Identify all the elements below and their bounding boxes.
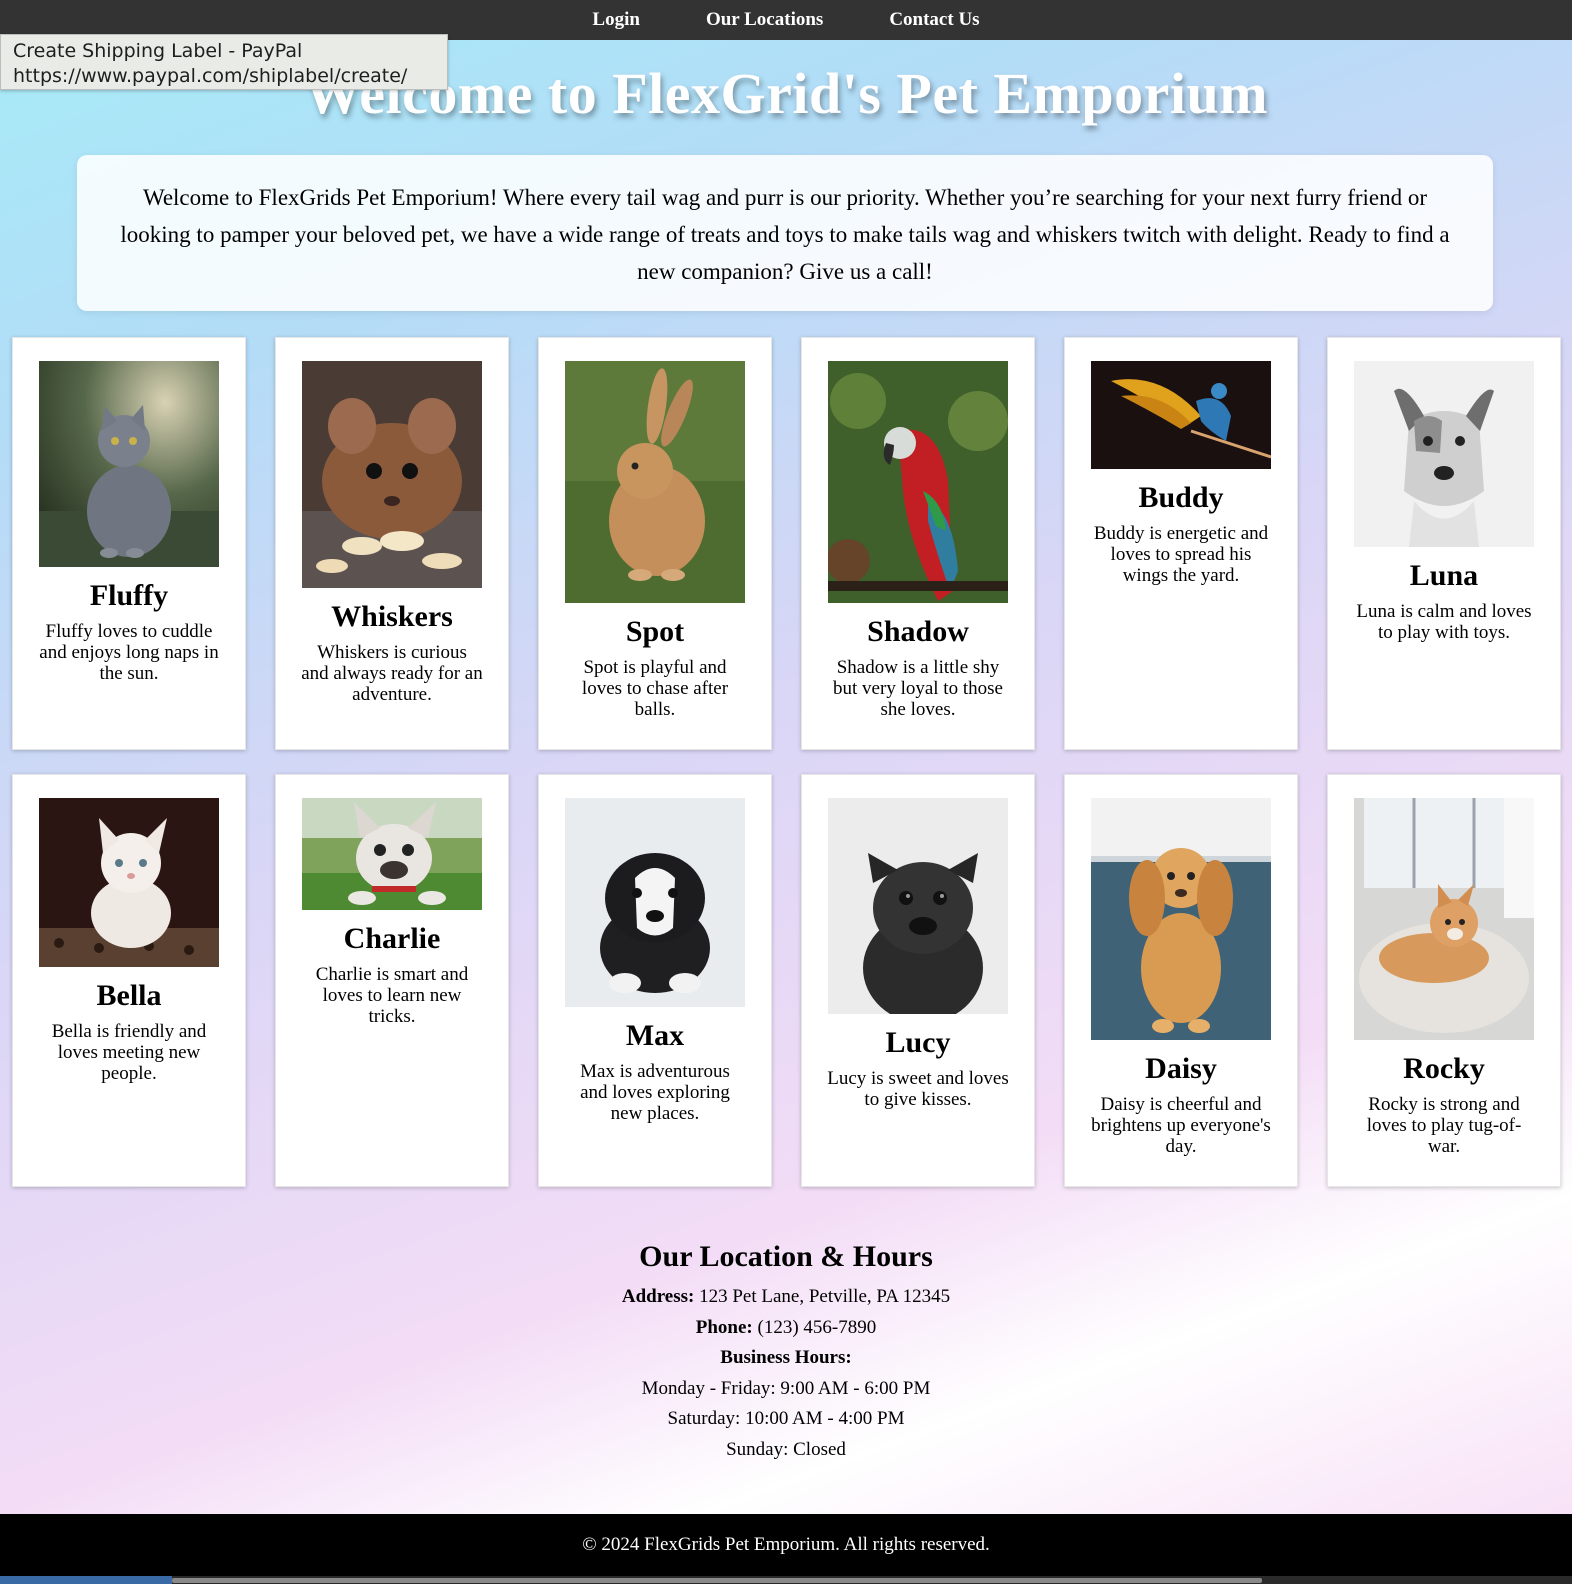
pet-photo-mouse (302, 361, 482, 588)
pet-photo-bw-dog (1354, 361, 1534, 547)
pet-description: Max is adventurous and loves exploring n… (580, 1061, 730, 1124)
pet-card: Max Max is adventurous and loves explori… (538, 774, 772, 1187)
pet-card: Bella Bella is friendly and loves meetin… (12, 774, 246, 1187)
pet-name: Fluffy (89, 579, 169, 612)
pet-photo-cocker-spaniel (1091, 798, 1271, 1040)
tooltip-url: https://www.paypal.com/shiplabel/create/ (13, 65, 408, 87)
pet-card: Luna Luna is calm and loves to play with… (1327, 337, 1561, 750)
address-value: 123 Pet Lane, Petville, PA 12345 (699, 1286, 951, 1307)
scrollbar-thumb[interactable] (172, 1578, 1262, 1583)
page-footer: © 2024 FlexGrids Pet Emporium. All right… (0, 1514, 1572, 1584)
pet-name: Buddy (1138, 481, 1224, 514)
footer-text: © 2024 FlexGrids Pet Emporium. All right… (582, 1534, 990, 1555)
pet-card: Buddy Buddy is energetic and loves to sp… (1064, 337, 1298, 750)
phone-value: (123) 456-7890 (757, 1316, 877, 1338)
hours-saturday: Saturday: 10:00 AM - 4:00 PM (667, 1408, 905, 1429)
hours-weekday: Monday - Friday: 9:00 AM - 6:00 PM (641, 1377, 931, 1399)
pet-photo-red-macaw (828, 361, 1008, 603)
pet-card: Shadow Shadow is a little shy but very l… (801, 337, 1035, 750)
pet-description: Fluffy loves to cuddle and enjoys long n… (39, 621, 219, 684)
phone-label: Phone: (695, 1316, 753, 1338)
pet-name: Charlie (343, 922, 441, 955)
pet-photo-gray-cat (39, 361, 219, 567)
tooltip-title: Create Shipping Label - PayPal (13, 40, 303, 62)
pet-card: Fluffy Fluffy loves to cuddle and enjoys… (12, 337, 246, 750)
pet-description: Lucy is sweet and loves to give kisses. (827, 1068, 1009, 1110)
pet-description: Spot is playful and loves to chase after… (581, 657, 729, 720)
intro-box: Welcome to FlexGrids Pet Emporium! Where… (77, 155, 1493, 311)
pet-name: Lucy (885, 1026, 951, 1059)
pet-description: Daisy is cheerful and brightens up every… (1091, 1094, 1271, 1157)
location-hours-section: Our Location & Hours Address: 123 Pet La… (0, 1240, 1572, 1465)
pet-name: Spot (625, 615, 685, 648)
nav-contact-link[interactable]: Contact Us (889, 9, 979, 31)
location-heading: Our Location & Hours (639, 1240, 933, 1273)
phone-line: Phone: (123) 456-7890 (0, 1313, 1572, 1344)
pet-description: Buddy is energetic and loves to spread h… (1093, 523, 1269, 586)
hours-sunday: Sunday: Closed (726, 1438, 846, 1460)
pet-description: Whiskers is curious and always ready for… (301, 642, 483, 705)
pet-card: Lucy Lucy is sweet and loves to give kis… (801, 774, 1035, 1187)
link-tooltip: Create Shipping Label - PayPal https://w… (0, 34, 448, 90)
pet-description: Luna is calm and loves to play with toys… (1356, 601, 1532, 643)
pet-description: Charlie is smart and loves to learn new … (315, 964, 469, 1027)
hours-label-line: Business Hours: (0, 1343, 1572, 1374)
pet-name: Shadow (867, 615, 969, 648)
pet-name: Bella (96, 979, 162, 1012)
pet-description: Bella is friendly and loves meeting new … (51, 1021, 207, 1084)
pet-name: Rocky (1403, 1052, 1485, 1085)
pet-card: Daisy Daisy is cheerful and brightens up… (1064, 774, 1298, 1187)
pet-card: Charlie Charlie is smart and loves to le… (275, 774, 509, 1187)
pet-grid: Fluffy Fluffy loves to cuddle and enjoys… (12, 337, 1561, 1187)
pet-description: Rocky is strong and loves to play tug-of… (1366, 1094, 1522, 1157)
pet-photo-puppy (565, 798, 745, 1007)
pet-photo-shiba-inu (1354, 798, 1534, 1040)
pet-name: Whiskers (331, 600, 453, 633)
pet-photo-white-kitten (39, 798, 219, 967)
address-line: Address: 123 Pet Lane, Petville, PA 1234… (0, 1282, 1572, 1313)
scrollbar-track-left (0, 1576, 172, 1584)
address-label: Address: (621, 1286, 695, 1307)
pet-description: Shadow is a little shy but very loyal to… (833, 657, 1003, 720)
pet-photo-french-bulldog (302, 798, 482, 910)
horizontal-scrollbar[interactable] (0, 1576, 1572, 1584)
nav-login-link[interactable]: Login (592, 9, 640, 31)
pet-name: Luna (1409, 559, 1479, 592)
pet-card: Spot Spot is playful and loves to chase … (538, 337, 772, 750)
nav-locations-link[interactable]: Our Locations (706, 9, 823, 31)
intro-text: Welcome to FlexGrids Pet Emporium! Where… (120, 185, 1450, 284)
hours-label: Business Hours: (720, 1347, 852, 1368)
pet-card: Whiskers Whiskers is curious and always … (275, 337, 509, 750)
pet-name: Daisy (1145, 1052, 1217, 1085)
pet-name: Max (625, 1019, 685, 1052)
pet-card: Rocky Rocky is strong and loves to play … (1327, 774, 1561, 1187)
pet-photo-pug (828, 798, 1008, 1014)
pet-photo-blue-gold-macaw (1091, 361, 1271, 469)
pet-photo-rabbit (565, 361, 745, 603)
